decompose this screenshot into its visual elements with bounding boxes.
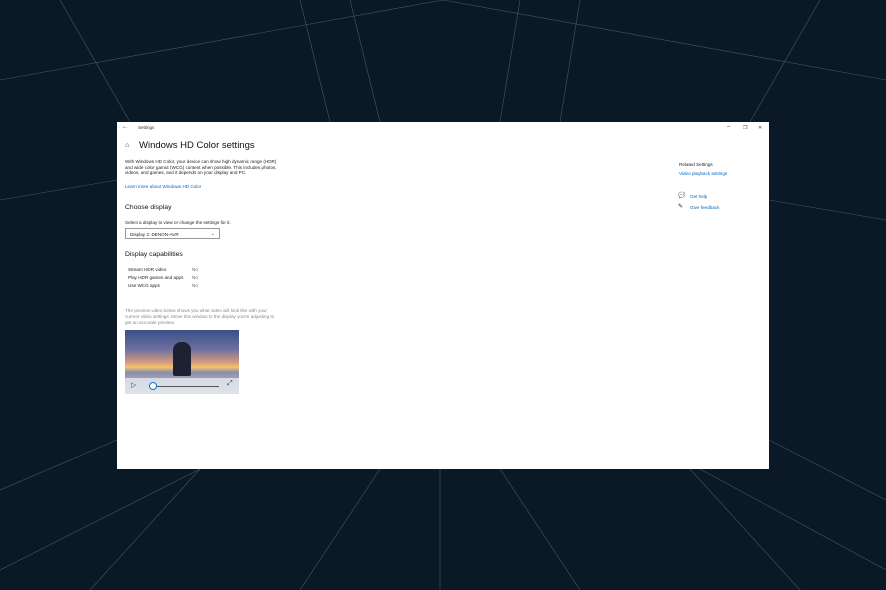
related-settings-heading: Related Settings [679, 162, 713, 167]
preview-description: The preview video below shows you what v… [125, 308, 275, 325]
restore-button[interactable]: ❐ [743, 125, 747, 131]
capability-label: Stream HDR video [128, 267, 167, 272]
capability-value: No [192, 283, 198, 288]
display-dropdown-value: Display 2: DENON-AVR [130, 232, 179, 237]
close-button[interactable]: ✕ [758, 125, 762, 131]
video-figure [173, 342, 191, 376]
capability-value: No [192, 275, 198, 280]
page-title: Windows HD Color settings [139, 140, 255, 151]
video-playback-link[interactable]: Video playback settings [679, 171, 727, 176]
video-controls: ▷ ⤢ [125, 378, 239, 394]
description: With Windows HD Color, your device can s… [125, 159, 277, 176]
preview-video[interactable]: ▷ ⤢ [125, 330, 239, 394]
capabilities-heading: Display capabilities [125, 251, 183, 258]
play-icon[interactable]: ▷ [131, 381, 136, 389]
seek-track[interactable] [149, 386, 219, 387]
back-arrow-icon[interactable]: ← [122, 124, 128, 130]
give-feedback-link[interactable]: Give feedback [690, 205, 719, 210]
get-help-link[interactable]: Get help [690, 194, 707, 199]
chevron-down-icon: ⌄ [210, 231, 215, 237]
seek-thumb[interactable] [148, 382, 157, 390]
fullscreen-icon[interactable]: ⤢ [227, 380, 233, 388]
capability-value: No [192, 267, 198, 272]
minimize-button[interactable]: – [727, 124, 730, 130]
home-icon[interactable]: ⌂ [125, 142, 129, 149]
feedback-icon: ✎ [678, 204, 684, 210]
choose-display-label: Select a display to view or change the s… [125, 220, 231, 225]
learn-more-link[interactable]: Learn more about Windows HD Color [125, 184, 201, 189]
window-title: Settings [138, 125, 155, 130]
capability-label: Use WCG apps [128, 283, 160, 288]
settings-window: ← Settings – ❐ ✕ ⌂ Windows HD Color sett… [117, 122, 769, 469]
choose-display-heading: Choose display [125, 204, 172, 211]
get-help-icon: 💬 [678, 193, 686, 199]
capability-label: Play HDR games and apps [128, 275, 184, 280]
display-dropdown[interactable]: Display 2: DENON-AVR ⌄ [125, 228, 220, 239]
